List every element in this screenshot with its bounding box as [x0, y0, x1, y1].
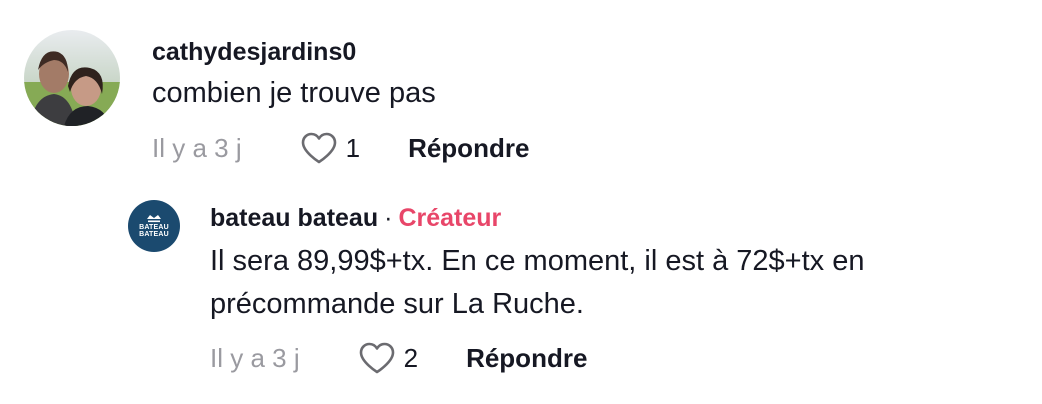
reply-button[interactable]: Répondre [408, 133, 529, 164]
like-count: 2 [403, 342, 419, 373]
heart-outline-icon [301, 132, 336, 164]
like-button[interactable]: 2 [358, 341, 418, 375]
logo-line-2: BATEAU [139, 231, 169, 238]
like-button[interactable]: 1 [300, 131, 360, 165]
comment-username[interactable]: bateau bateau [210, 204, 378, 232]
comment-text: Il sera 89,99$+tx. En ce moment, il est … [210, 240, 1010, 326]
comment-username[interactable]: cathydesjardins0 [152, 38, 356, 67]
boat-icon [147, 215, 161, 223]
like-count: 1 [345, 132, 361, 163]
comment-timestamp: Il y a 3 j [210, 342, 300, 373]
separator-dot: · [384, 204, 393, 232]
avatar-photo-image [24, 30, 120, 126]
comment-actions: Il y a 3 j 2 Répondre [210, 338, 587, 378]
comment-text: combien je trouve pas [152, 77, 436, 109]
comment-actions: Il y a 3 j 1 Répondre [152, 128, 529, 168]
brand-logo-text: BATEAU BATEAU [139, 224, 169, 238]
reply-header: bateau bateau · Créateur [210, 204, 501, 233]
comment-item: cathydesjardins0 combien je trouve pas I… [0, 0, 1042, 190]
comment-timestamp: Il y a 3 j [152, 132, 242, 163]
avatar[interactable]: BATEAU BATEAU [128, 200, 180, 252]
comment-text-line: précommande sur La Ruche. [210, 288, 584, 320]
heart-outline-icon [359, 342, 394, 374]
logo-line-1: BATEAU [139, 224, 169, 231]
avatar[interactable] [24, 30, 120, 126]
reply-comment-item: BATEAU BATEAU bateau bateau · Créateur Il … [0, 190, 1042, 404]
reply-button[interactable]: Répondre [466, 343, 587, 374]
creator-badge: Créateur [398, 204, 502, 232]
comment-text-line: Il sera 89,99$+tx. En ce moment, il est … [210, 245, 865, 277]
